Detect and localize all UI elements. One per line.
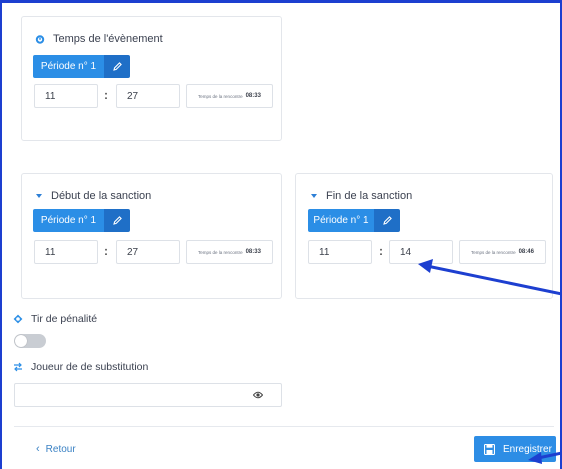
penalty-start-period-button[interactable]: Période n° 1	[33, 209, 104, 232]
penalty-end-period-button[interactable]: Période n° 1	[308, 209, 374, 232]
penalty-end-period-group: Période n° 1	[308, 209, 400, 232]
penalty-shot-label-text: Tir de pénalité	[31, 313, 98, 325]
substitute-field[interactable]	[14, 383, 282, 407]
penalty-start-seconds-input[interactable]: 27	[116, 240, 180, 264]
event-time-period-group: Période n° 1	[33, 55, 130, 78]
penalty-end-edit-button[interactable]	[374, 209, 400, 232]
substitute-label: Joueur de de substitution	[13, 361, 148, 373]
penalty-start-edit-button[interactable]	[104, 209, 130, 232]
penalty-end-minutes-input[interactable]: 11	[308, 240, 372, 264]
time-separator: :	[104, 88, 108, 102]
substitute-label-text: Joueur de de substitution	[31, 361, 149, 373]
caret-down-icon	[311, 194, 317, 198]
event-time-period-button[interactable]: Période n° 1	[33, 55, 104, 78]
penalty-start-title[interactable]: Début de la sanction	[36, 190, 151, 202]
event-time-edit-button[interactable]	[104, 55, 130, 78]
event-time-seconds-input[interactable]: 27	[116, 84, 180, 108]
penalty-shot-label: Tir de pénalité	[13, 313, 97, 325]
toggle-knob	[15, 335, 27, 347]
match-time-value: 08:33	[245, 249, 261, 255]
screenshot-frame-left	[0, 0, 2, 469]
event-time-title-text: Temps de l'évènement	[53, 33, 163, 45]
match-time-label: Temps de la rencontre	[471, 249, 516, 255]
save-button[interactable]: Enregistrer	[474, 436, 556, 462]
time-separator: :	[104, 244, 108, 258]
save-button-label: Enregistrer	[503, 443, 552, 455]
penalty-end-match-time: Temps de la rencontre 08:46	[459, 240, 546, 264]
footer-divider	[14, 426, 554, 427]
stopwatch-icon	[35, 34, 45, 44]
chevron-left-icon: ‹	[36, 443, 40, 455]
match-time-value: 08:33	[245, 93, 261, 99]
event-time-title: Temps de l'évènement	[35, 33, 163, 45]
penalty-start-match-time: Temps de la rencontre 08:33	[186, 240, 273, 264]
event-time-minutes-input[interactable]: 11	[34, 84, 98, 108]
penalty-end-title-text: Fin de la sanction	[326, 190, 413, 202]
pencil-icon	[382, 216, 392, 225]
floppy-disk-icon	[484, 443, 495, 455]
swap-icon	[13, 362, 23, 372]
penalty-start-title-text: Début de la sanction	[51, 190, 152, 202]
penalty-start-minutes-input[interactable]: 11	[34, 240, 98, 264]
penalty-end-seconds-input[interactable]: 14	[389, 240, 453, 264]
match-time-value: 08:46	[518, 249, 534, 255]
match-time-label: Temps de la rencontre	[198, 249, 243, 255]
back-link[interactable]: ‹ Retour	[36, 443, 76, 455]
event-time-match-time: Temps de la rencontre 08:33	[186, 84, 273, 108]
eye-icon[interactable]	[253, 391, 263, 399]
penalty-shot-toggle[interactable]	[14, 334, 46, 348]
pencil-icon	[112, 216, 122, 225]
time-separator: :	[379, 244, 383, 258]
back-link-text: Retour	[45, 443, 76, 455]
pencil-icon	[112, 62, 122, 71]
target-icon	[13, 314, 23, 324]
penalty-start-period-group: Période n° 1	[33, 209, 130, 232]
screenshot-frame-top	[0, 0, 562, 3]
penalty-end-title[interactable]: Fin de la sanction	[311, 190, 412, 202]
match-time-label: Temps de la rencontre	[198, 93, 243, 99]
caret-down-icon	[36, 194, 42, 198]
